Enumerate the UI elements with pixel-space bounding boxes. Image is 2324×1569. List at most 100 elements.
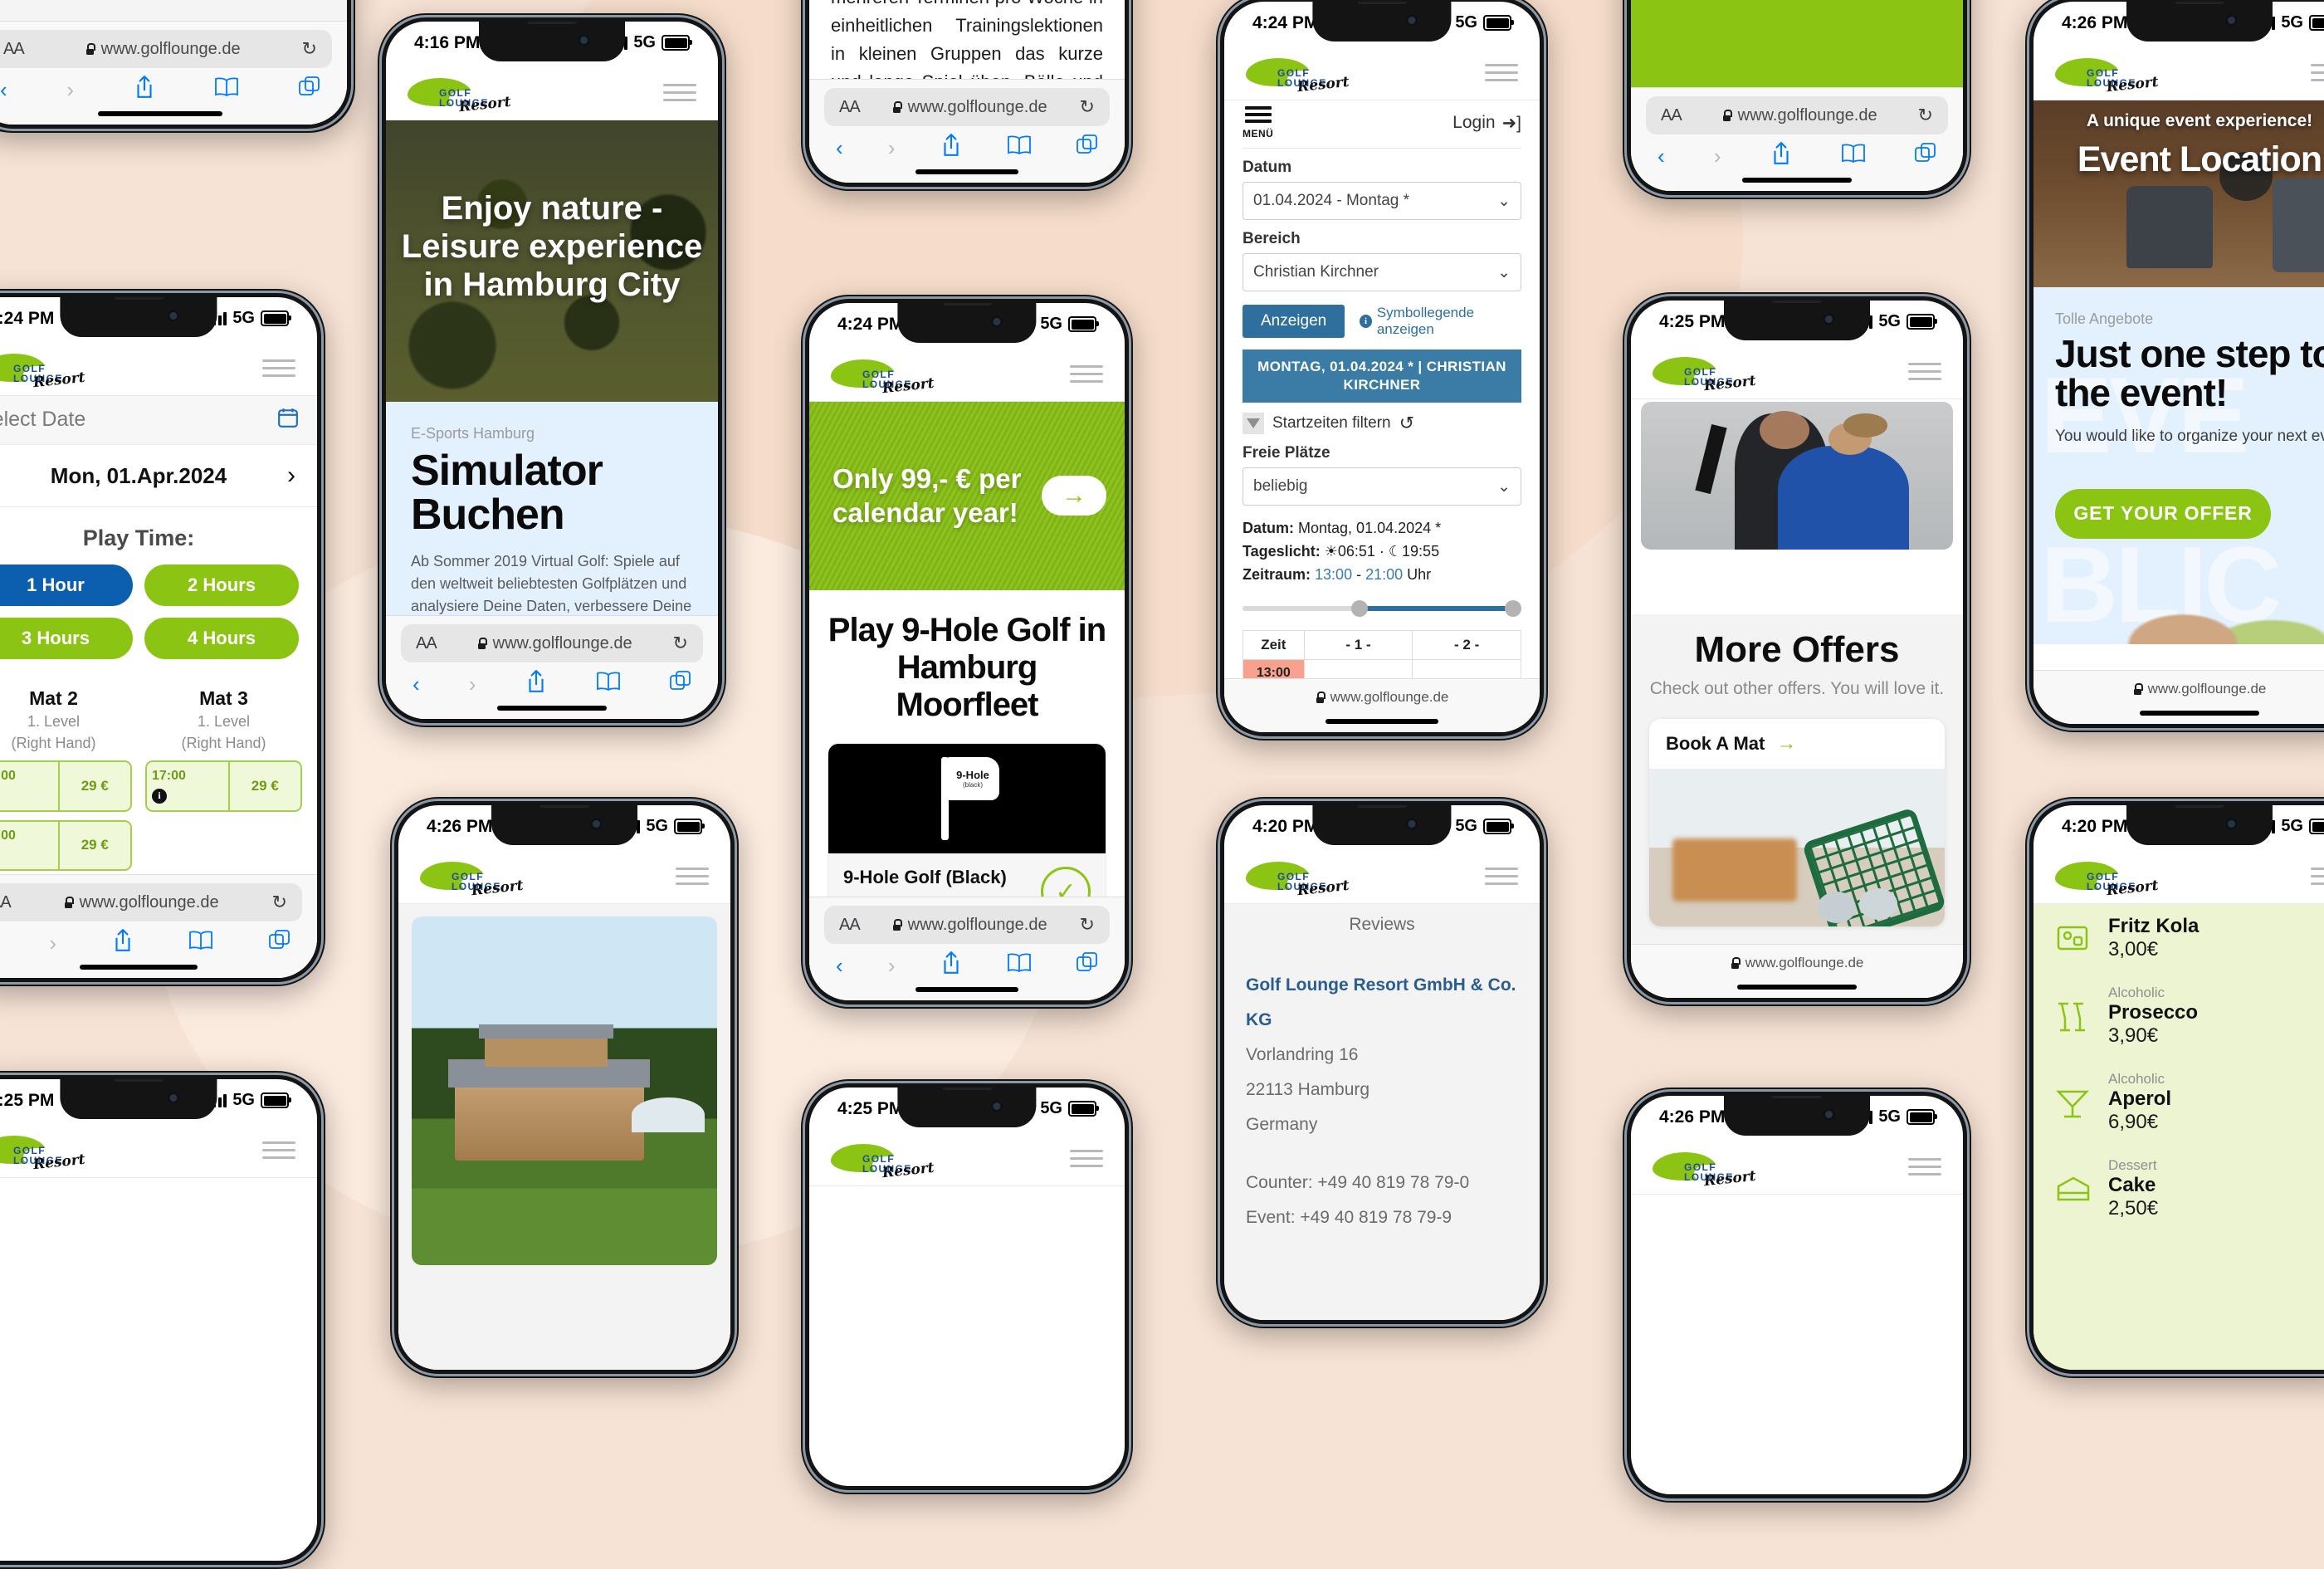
forward-button[interactable]: › [469, 672, 476, 697]
calendar-icon[interactable] [277, 407, 299, 433]
mat-slot[interactable]: 17:00i 29 € [145, 760, 302, 812]
tabs-icon[interactable] [299, 76, 320, 104]
hamburger-menu-icon[interactable] [663, 83, 696, 101]
book-icon[interactable] [596, 672, 621, 697]
reload-icon[interactable]: ↻ [272, 892, 287, 913]
book-a-mat-card[interactable]: Book A Mat → [1649, 719, 1945, 926]
share-icon[interactable] [525, 669, 547, 700]
brand-logo[interactable]: GOLF LOUNGE Resort [831, 1144, 935, 1181]
reload-icon[interactable]: ↻ [673, 633, 688, 654]
hamburger-menu-icon[interactable] [262, 359, 295, 377]
datum-select[interactable]: 01.04.2024 - Montag * ⌄ [1243, 182, 1521, 220]
brand-logo[interactable]: GOLF LOUNGE Resort [420, 862, 524, 899]
book-icon[interactable] [1007, 953, 1032, 979]
phone-counter[interactable]: Counter: +49 40 819 78 79-0 [1246, 1166, 1518, 1200]
hero-arrow-button[interactable]: → [1042, 476, 1106, 516]
hamburger-menu-icon[interactable] [262, 1141, 295, 1159]
brand-logo[interactable]: GOLF LOUNGE Resort [1653, 1152, 1756, 1190]
info-icon[interactable]: i [152, 788, 167, 804]
reset-icon[interactable]: ↺ [1399, 413, 1414, 434]
brand-logo[interactable]: GOLF LOUNGE Resort [408, 78, 511, 115]
share-icon[interactable] [940, 951, 962, 981]
url-bar[interactable]: AA www.golflounge.de ↻ [824, 88, 1110, 126]
reload-icon[interactable]: ↻ [1080, 914, 1095, 936]
slider-knob-right[interactable] [1505, 599, 1521, 617]
list-item[interactable]: Fritz Kola 3,00€ → [2034, 903, 2324, 973]
brand-logo[interactable]: GOLF LOUNGE Resort [1246, 58, 1350, 95]
back-button[interactable]: ‹ [1658, 144, 1665, 169]
hamburger-menu-icon[interactable] [1908, 1157, 1941, 1176]
filter-row[interactable]: Startzeiten filtern ↺ [1243, 413, 1521, 435]
login-button[interactable]: Login ➜] [1452, 113, 1521, 134]
brand-logo[interactable]: GOLF LOUNGE Resort [0, 354, 85, 391]
brand-logo[interactable]: GOLF LOUNGE Resort [0, 1136, 85, 1173]
back-button[interactable]: ‹ [0, 77, 7, 103]
hamburger-menu-icon[interactable] [1070, 1149, 1103, 1167]
mat-slot[interactable]: 14:00i 29 € [0, 760, 132, 812]
select-date-bar[interactable]: Select Date [0, 395, 317, 445]
freie-plaetze-select[interactable]: beliebig ⌄ [1243, 467, 1521, 506]
tabs-icon[interactable] [269, 929, 290, 957]
forward-button[interactable]: › [1714, 144, 1721, 169]
back-button[interactable]: ‹ [413, 672, 420, 697]
bereich-select[interactable]: Christian Kirchner ⌄ [1243, 253, 1521, 291]
brand-logo[interactable]: GOLF LOUNGE Resort [1653, 357, 1756, 394]
text-size-icon[interactable]: AA [1661, 106, 1682, 125]
brand-logo[interactable]: GOLF LOUNGE Resort [2055, 58, 2159, 95]
url-bar[interactable]: AA www.golflounge.de ↻ [824, 906, 1110, 944]
hamburger-menu-icon[interactable] [2311, 867, 2324, 885]
duration-4-hours[interactable]: 4 Hours [144, 618, 299, 659]
hamburger-menu-icon[interactable] [2311, 63, 2324, 81]
text-size-icon[interactable]: AA [839, 916, 861, 935]
share-icon[interactable] [940, 133, 962, 164]
hamburger-menu-icon[interactable] [1485, 63, 1518, 81]
text-size-icon[interactable]: AA [0, 893, 12, 912]
list-item[interactable]: Dessert Cake 2,50€ → [2034, 1146, 2324, 1232]
book-icon[interactable] [214, 77, 239, 103]
forward-button[interactable]: › [66, 77, 74, 103]
duration-2-hours[interactable]: 2 Hours [144, 565, 299, 606]
hamburger-menu-icon[interactable] [676, 867, 709, 885]
duration-1-hour[interactable]: 1 Hour [0, 565, 133, 606]
share-icon[interactable] [1770, 141, 1792, 172]
reload-icon[interactable]: ↻ [1080, 96, 1095, 118]
share-icon[interactable] [112, 928, 134, 959]
hamburger-menu-icon[interactable] [1908, 362, 1941, 380]
text-size-icon[interactable]: AA [839, 98, 861, 117]
text-size-icon[interactable]: AA [416, 634, 437, 653]
tabs-icon[interactable] [1077, 134, 1098, 162]
url-bar[interactable]: AA www.golflounge.de ↻ [0, 883, 302, 921]
symbollegende-link[interactable]: i Symbollegende anzeigen [1360, 305, 1521, 338]
list-item[interactable]: Alcoholic Aperol 6,90€ → [2034, 1059, 2324, 1146]
forward-button[interactable]: › [888, 953, 896, 979]
forward-button[interactable]: › [888, 135, 896, 161]
tabs-icon[interactable] [1915, 142, 1936, 170]
brand-logo[interactable]: GOLF LOUNGE Resort [1246, 862, 1350, 899]
get-your-offer-button[interactable]: GET YOUR OFFER [2055, 488, 2271, 539]
phone-event[interactable]: Event: +49 40 819 78 79-9 [1246, 1200, 1518, 1235]
next-day-button[interactable]: › [287, 462, 295, 490]
book-icon[interactable] [1007, 135, 1032, 161]
brand-logo[interactable]: GOLF LOUNGE Resort [2055, 862, 2159, 899]
slider-knob-left[interactable] [1351, 599, 1369, 617]
book-icon[interactable] [1841, 144, 1866, 169]
forward-button[interactable]: › [49, 931, 56, 956]
duration-3-hours[interactable]: 3 Hours [0, 618, 133, 659]
anzeigen-button[interactable]: Anzeigen [1243, 305, 1345, 338]
url-bar[interactable]: AA www.golflounge.de ↻ [401, 624, 703, 662]
list-item[interactable]: Alcoholic Prosecco 3,90€ → [2034, 973, 2324, 1059]
tabs-icon[interactable] [1077, 951, 1098, 980]
back-button[interactable]: ‹ [836, 953, 843, 979]
mat-slot[interactable]: 17:00i 29 € [0, 819, 132, 871]
hamburger-menu-icon[interactable] [1485, 867, 1518, 885]
back-button[interactable]: ‹ [836, 135, 843, 161]
url-bar[interactable]: AA www.golflounge.de ↻ [1646, 96, 1948, 134]
hamburger-menu-icon[interactable] [1070, 364, 1103, 383]
reload-icon[interactable]: ↻ [302, 38, 317, 60]
widget-menu-icon[interactable]: MENÜ [1243, 106, 1273, 139]
url-bar[interactable]: AA www.golflounge.de ↻ [0, 30, 332, 68]
brand-logo[interactable]: GOLF LOUNGE Resort [831, 359, 935, 397]
book-icon[interactable] [188, 931, 213, 956]
share-icon[interactable] [134, 75, 155, 105]
reload-icon[interactable]: ↻ [1918, 105, 1933, 126]
